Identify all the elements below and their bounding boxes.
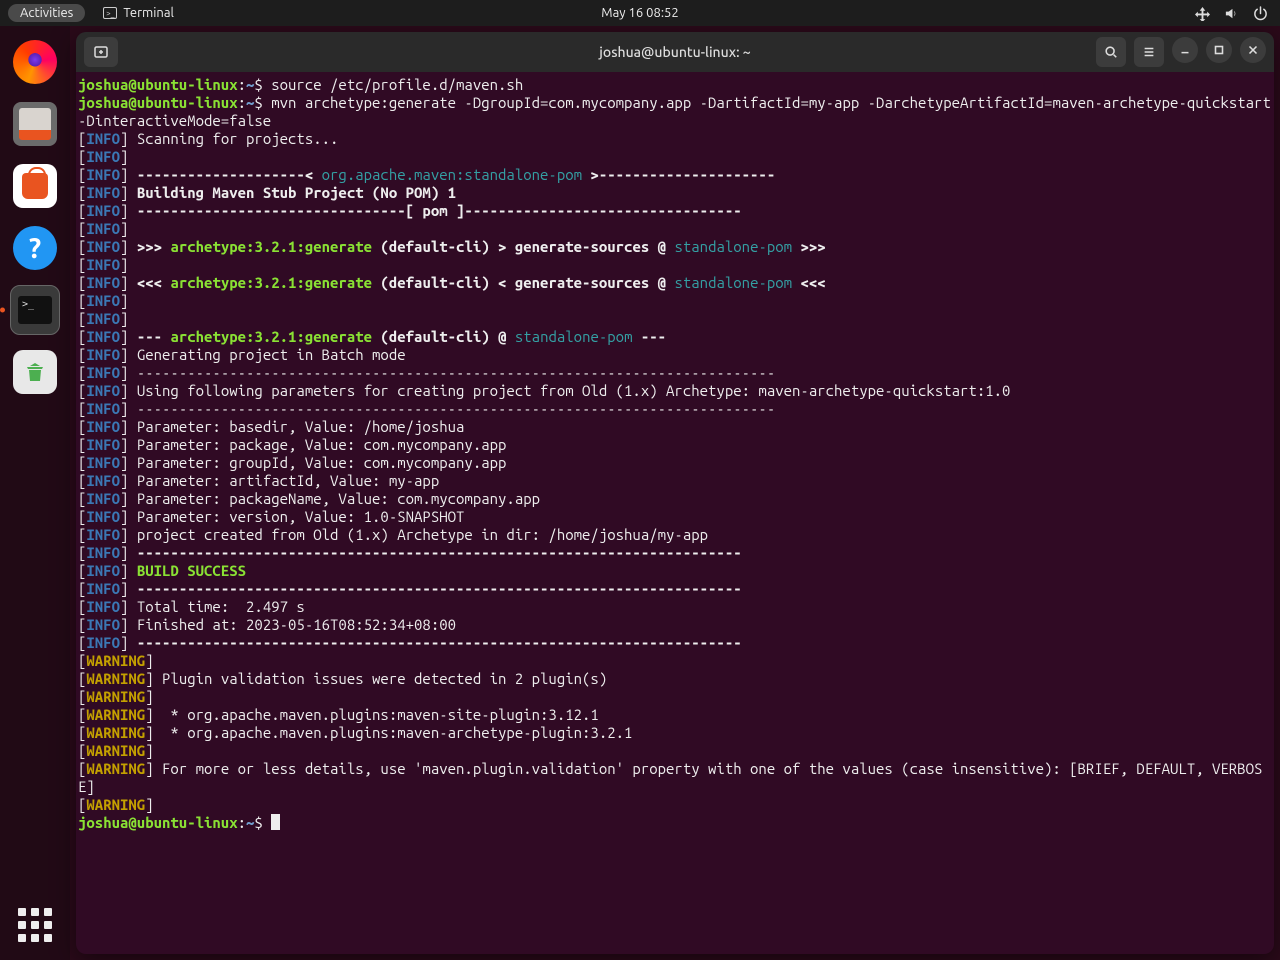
firefox-icon [13, 40, 57, 84]
show-applications[interactable] [9, 908, 61, 960]
power-icon [1253, 6, 1268, 21]
search-icon [1104, 45, 1118, 59]
help-icon: ? [13, 226, 57, 270]
dock-software[interactable] [9, 160, 61, 212]
close-button[interactable] [1240, 37, 1266, 63]
trash-icon [13, 350, 57, 394]
new-tab-button[interactable] [84, 37, 118, 67]
dock-files[interactable] [9, 98, 61, 150]
apps-grid-icon [15, 905, 55, 945]
activities-button[interactable]: Activities [8, 4, 85, 22]
system-tray[interactable] [1195, 6, 1268, 21]
maximize-button[interactable] [1206, 37, 1232, 63]
maximize-icon [1212, 43, 1226, 57]
new-tab-icon [93, 44, 109, 60]
search-button[interactable] [1096, 37, 1126, 67]
minimize-icon [1178, 43, 1192, 57]
terminal-output[interactable]: joshua@ubuntu-linux:~$ source /etc/profi… [76, 72, 1274, 954]
dock: ? >_ [0, 26, 70, 960]
terminal-window: joshua@ubuntu-linux: ~ joshua@ubuntu-lin… [76, 32, 1274, 954]
dock-trash[interactable] [9, 346, 61, 398]
dock-terminal[interactable]: >_ [9, 284, 61, 336]
command-1: source /etc/profile.d/maven.sh [271, 76, 523, 93]
software-icon [13, 164, 57, 208]
hamburger-icon [1142, 45, 1156, 59]
hamburger-menu-button[interactable] [1134, 37, 1164, 67]
terminal-app-icon: >_ [10, 285, 60, 335]
cursor [271, 814, 280, 830]
prompt-user: joshua@ubuntu-linux [78, 76, 238, 93]
files-icon [13, 102, 57, 146]
volume-icon [1224, 6, 1239, 21]
terminal-icon: >_ [103, 7, 117, 19]
gnome-topbar: Activities >_ Terminal May 16 08:52 [0, 0, 1280, 26]
clock[interactable]: May 16 08:52 [601, 6, 678, 20]
dock-help[interactable]: ? [9, 222, 61, 274]
app-menu-label: Terminal [123, 6, 174, 20]
titlebar[interactable]: joshua@ubuntu-linux: ~ [76, 32, 1274, 72]
dock-firefox[interactable] [9, 36, 61, 88]
window-title: joshua@ubuntu-linux: ~ [599, 44, 750, 60]
close-icon [1246, 43, 1260, 57]
build-success: BUILD SUCCESS [128, 562, 246, 579]
minimize-button[interactable] [1172, 37, 1198, 63]
app-menu[interactable]: >_ Terminal [103, 6, 174, 20]
network-icon [1195, 6, 1210, 21]
